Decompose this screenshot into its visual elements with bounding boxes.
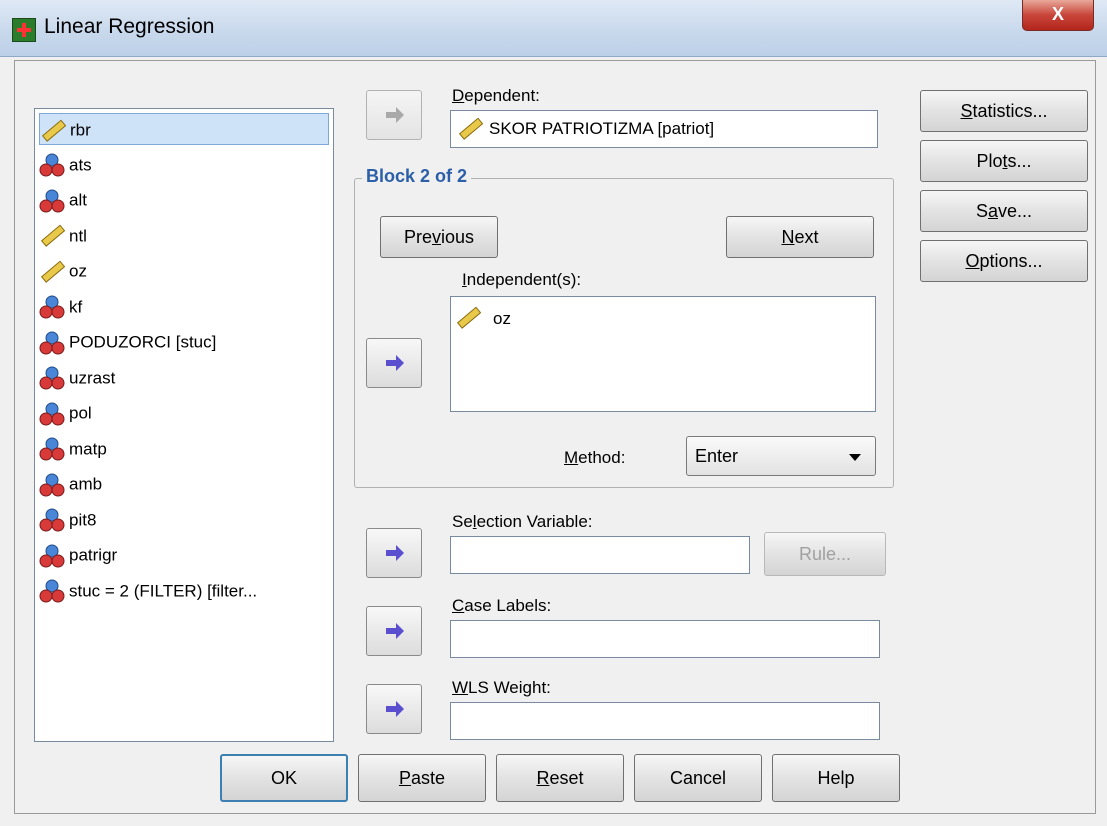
next-button[interactable]: Next [726, 216, 874, 258]
window-title: Linear Regression [44, 15, 215, 38]
independents-label: Independent(s): [462, 270, 582, 289]
variable-label: amb [69, 474, 103, 494]
variable-label: ntl [69, 226, 87, 246]
dependent-value: SKOR PATRIOTIZMA [patriot] [489, 119, 715, 138]
rule-button[interactable]: Rule... [764, 532, 886, 576]
right-arrow-icon [386, 107, 404, 123]
method-label: Method: [564, 448, 626, 467]
app-icon [12, 18, 36, 42]
variable-list-item[interactable]: matp [39, 433, 329, 465]
variable-label: pol [69, 403, 92, 423]
plots-button[interactable]: Plots... [920, 140, 1088, 182]
nominal-icon [39, 330, 65, 356]
independents-list[interactable]: oz [450, 296, 876, 412]
variable-label: PODUZORCI [stuc] [69, 332, 217, 352]
nominal-icon [39, 401, 65, 427]
variable-label: rbr [70, 120, 91, 140]
help-button[interactable]: Help [772, 754, 900, 802]
variable-label: matp [69, 439, 107, 459]
right-arrow-icon [386, 545, 404, 561]
scale-icon [39, 223, 66, 249]
variable-list-item[interactable]: amb [39, 468, 329, 500]
right-arrow-icon [386, 623, 404, 639]
right-arrow-icon [386, 701, 404, 717]
variable-label: alt [69, 190, 87, 210]
nominal-icon [39, 152, 65, 178]
variable-label: oz [69, 261, 87, 281]
variable-label: pit8 [69, 510, 97, 530]
scale-icon [39, 259, 66, 285]
ok-button[interactable]: OK [220, 754, 348, 802]
paste-button[interactable]: Paste [358, 754, 486, 802]
case-labels-label: Case Labels: [452, 596, 552, 615]
nominal-icon [39, 578, 65, 604]
variable-list[interactable]: rbr ats alt ntl oz kf PODUZORCI [stuc] uzrast po… [34, 108, 334, 742]
variable-label: uzrast [69, 368, 116, 388]
nominal-icon [39, 436, 65, 462]
independent-item[interactable]: oz [493, 309, 511, 329]
variable-list-item[interactable]: patrigr [39, 539, 329, 571]
nominal-icon [39, 294, 65, 320]
selection-label: Selection Variable: [452, 512, 593, 531]
variable-list-item[interactable]: alt [39, 184, 329, 216]
scale-icon [456, 306, 481, 329]
nominal-icon [39, 188, 65, 214]
nominal-icon [39, 543, 65, 569]
variable-label: stuc = 2 (FILTER) [filter... [69, 581, 258, 601]
variable-label: ats [69, 155, 92, 175]
block-title: Block 2 of 2 [362, 166, 472, 187]
variable-list-item[interactable]: ats [39, 149, 329, 181]
dependent-label: Dependent: [452, 86, 540, 105]
variable-list-item[interactable]: kf [39, 291, 329, 323]
title-bar: Linear Regression X [0, 0, 1107, 57]
variable-list-item[interactable]: pol [39, 397, 329, 429]
scale-icon [40, 118, 67, 144]
variable-list-item[interactable]: stuc = 2 (FILTER) [filter... [39, 575, 329, 607]
wls-arrow-button[interactable] [366, 684, 422, 734]
variable-list-item[interactable]: uzrast [39, 362, 329, 394]
options-button[interactable]: Options... [920, 240, 1088, 282]
variable-list-item[interactable]: pit8 [39, 504, 329, 536]
case-labels-arrow-button[interactable] [366, 606, 422, 656]
variable-label: kf [69, 297, 83, 317]
close-button[interactable]: X [1022, 0, 1094, 31]
save-button[interactable]: Save... [920, 190, 1088, 232]
variable-list-item[interactable]: rbr [39, 113, 329, 145]
method-value: Enter [695, 446, 739, 466]
independent-arrow-button[interactable] [366, 338, 422, 388]
variable-list-item[interactable]: oz [39, 255, 329, 287]
wls-field[interactable] [450, 702, 880, 740]
selection-field[interactable] [450, 536, 750, 574]
statistics-button[interactable]: Statistics... [920, 90, 1088, 132]
nominal-icon [39, 507, 65, 533]
variable-label: patrigr [69, 545, 118, 565]
variable-list-item[interactable]: ntl [39, 220, 329, 252]
previous-button[interactable]: Previous [380, 216, 498, 258]
reset-button[interactable]: Reset [496, 754, 624, 802]
nominal-icon [39, 365, 65, 391]
cancel-button[interactable]: Cancel [634, 754, 762, 802]
method-select[interactable]: Enter [686, 436, 876, 476]
dependent-field[interactable]: SKOR PATRIOTIZMA [patriot] [450, 110, 878, 148]
nominal-icon [39, 472, 65, 498]
wls-label: WLS Weight: [452, 678, 551, 697]
selection-arrow-button[interactable] [366, 528, 422, 578]
chevron-down-icon [849, 454, 861, 461]
scale-icon [458, 117, 483, 140]
case-labels-field[interactable] [450, 620, 880, 658]
right-arrow-icon [386, 355, 404, 371]
variable-list-item[interactable]: PODUZORCI [stuc] [39, 326, 329, 358]
dependent-arrow-button[interactable] [366, 90, 422, 140]
